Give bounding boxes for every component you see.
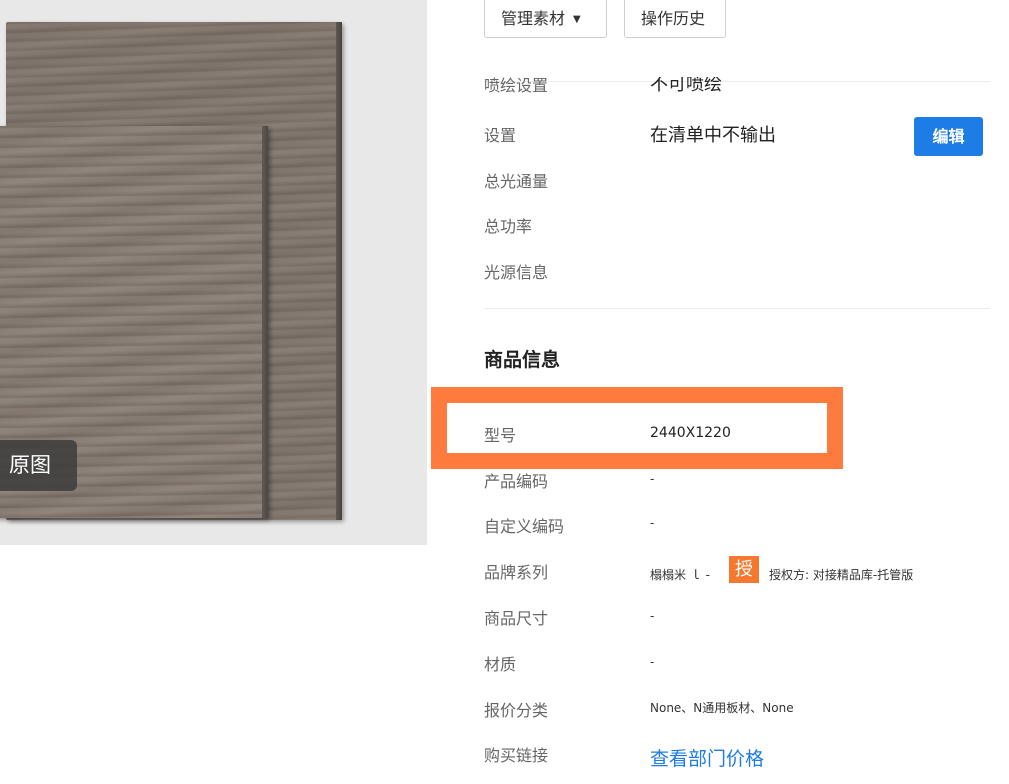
property-row-cut-label-wrap: 喷绘设置 — [484, 77, 634, 93]
product-label-brand: 品牌系列 — [484, 563, 549, 582]
product-label-code: 产品编码 — [484, 472, 549, 491]
property-label: 光源信息 — [484, 263, 549, 282]
product-label-model: 型号 — [484, 426, 517, 445]
property-label: 总光通量 — [484, 172, 549, 191]
product-value-brand: 榻榻米 ｌ - — [650, 568, 710, 582]
product-value-model: 2440X1220 — [650, 425, 731, 441]
authorized-badge: 授 — [729, 556, 759, 583]
operation-history-button[interactable]: 操作历史 — [624, 0, 726, 38]
edit-button[interactable]: 编辑 — [914, 117, 983, 156]
product-label-purchase-link: 购买链接 — [484, 746, 549, 765]
product-label-size: 商品尺寸 — [484, 609, 549, 628]
property-label: 设置 — [484, 126, 517, 145]
product-value-size: - — [650, 609, 655, 623]
section-title: 商品信息 — [484, 349, 561, 371]
product-label-quote-category: 报价分类 — [484, 701, 549, 720]
caret-down-icon: ▼ — [573, 14, 581, 25]
product-value-code: - — [650, 472, 655, 486]
product-label-material: 材质 — [484, 655, 517, 674]
property-label: 喷绘设置 — [484, 77, 549, 93]
manage-material-button[interactable]: 管理素材 ▼ — [484, 0, 607, 38]
view-department-price-link[interactable]: 查看部门价格 — [650, 744, 764, 771]
product-value-custom-code: - — [650, 516, 655, 530]
property-value: 在清单中不输出 — [650, 125, 776, 146]
authorizer-text: 授权方: 对接精品库-托管版 — [769, 568, 914, 582]
property-row-cut-value-wrap: 不可喷绘 — [650, 77, 800, 93]
product-value-quote-category: None、N通用板材、None — [650, 701, 794, 715]
product-label-custom-code: 自定义编码 — [484, 517, 565, 536]
property-label: 总功率 — [484, 217, 533, 236]
manage-material-label: 管理素材 — [501, 9, 566, 28]
material-preview: 原图 — [0, 0, 427, 545]
original-image-button[interactable]: 原图 — [0, 440, 77, 491]
product-value-material: - — [650, 655, 655, 669]
property-value: 不可喷绘 — [650, 77, 722, 93]
divider — [484, 308, 990, 309]
